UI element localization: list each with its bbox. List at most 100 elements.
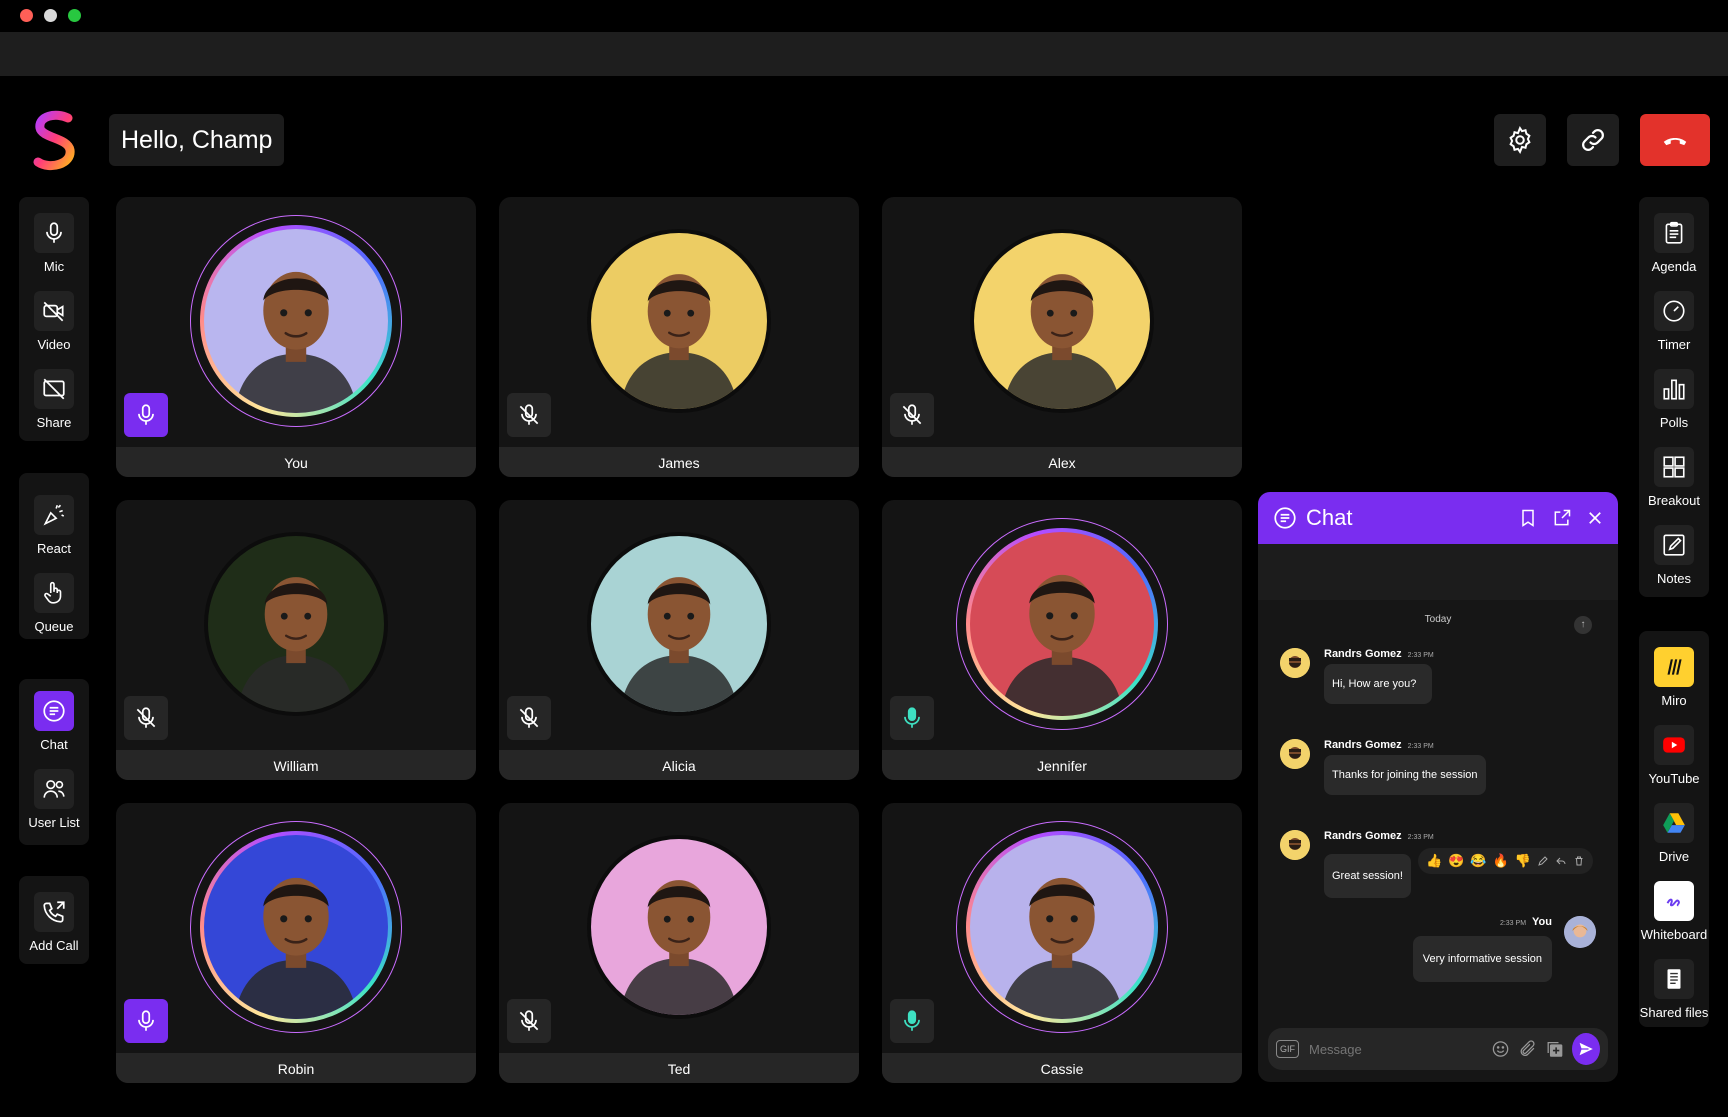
participant-mic-button[interactable] (124, 696, 168, 740)
participant-tile[interactable]: William (116, 500, 476, 780)
notes-label: Notes (1657, 571, 1691, 586)
attach-icon[interactable] (1518, 1038, 1537, 1060)
reaction-laugh[interactable]: 😂 (1470, 853, 1486, 869)
avatar-figure (970, 835, 1154, 1019)
participant-tile[interactable]: You (116, 197, 476, 477)
participant-tile[interactable]: Cassie (882, 803, 1242, 1083)
add-media-icon[interactable] (1545, 1038, 1564, 1060)
participant-name: You (284, 455, 308, 471)
polls-button[interactable]: Polls (1639, 369, 1709, 430)
avatar-frame (587, 229, 771, 413)
media-controls-panel: Mic Video Share (19, 197, 89, 441)
share-button[interactable]: Share (19, 369, 89, 430)
sender-name: Randrs Gomez 2:33 PM (1324, 739, 1434, 751)
clipboard-icon (1665, 221, 1683, 244)
avatar-figure (591, 839, 767, 1015)
gif-button[interactable]: GIF (1276, 1040, 1299, 1058)
miro-button[interactable]: Miro (1639, 647, 1709, 708)
app-logo (33, 110, 75, 170)
close-window-button[interactable] (20, 9, 33, 22)
call-panel: Add Call (19, 876, 89, 964)
drive-button[interactable]: Drive (1639, 803, 1709, 864)
settings-button[interactable] (1494, 114, 1546, 166)
react-label: React (37, 541, 71, 556)
scroll-up-button[interactable]: ↑ (1574, 616, 1592, 634)
user-list-button[interactable]: User List (19, 769, 89, 830)
sender-name-text: Randrs Gomez (1324, 648, 1402, 660)
reaction-heart-eyes[interactable]: 😍 (1448, 853, 1464, 869)
reaction-thumbs-up[interactable]: 👍 (1426, 853, 1442, 869)
avatar-figure (591, 233, 767, 409)
mic-icon-wrap (34, 213, 74, 253)
youtube-label: YouTube (1648, 771, 1700, 786)
emoji-icon[interactable] (1491, 1038, 1510, 1060)
reaction-thumbs-down[interactable]: 👎 (1515, 853, 1531, 869)
participant-mic-button[interactable] (124, 393, 168, 437)
bookmark-icon[interactable] (1518, 508, 1538, 528)
avatar-frame (587, 532, 771, 716)
participant-tile[interactable]: James (499, 197, 859, 477)
participant-mic-button[interactable] (507, 999, 551, 1043)
shared-files-button[interactable]: Shared files (1639, 959, 1709, 1020)
send-icon (1577, 1040, 1596, 1058)
add-call-button[interactable]: Add Call (19, 892, 89, 953)
avatar-figure (974, 233, 1150, 409)
video-button[interactable]: Video (19, 291, 89, 352)
reaction-fire[interactable]: 🔥 (1493, 853, 1509, 869)
engage-panel: React Queue (19, 473, 89, 639)
youtube-icon (1663, 737, 1685, 753)
timer-icon (1663, 300, 1685, 322)
mic-icon (46, 222, 62, 243)
participant-mic-button[interactable] (507, 393, 551, 437)
participant-mic-button[interactable] (890, 999, 934, 1043)
mic-icon (138, 404, 154, 425)
chat-icon (43, 700, 65, 722)
shared-files-icon-wrap (1654, 959, 1694, 999)
participant-tile[interactable]: Jennifer (882, 500, 1242, 780)
message-input[interactable] (1309, 1041, 1485, 1057)
drive-label: Drive (1658, 849, 1690, 864)
notes-icon-wrap (1654, 525, 1694, 565)
pop-out-icon[interactable] (1552, 508, 1572, 528)
participant-tile[interactable]: Alicia (499, 500, 859, 780)
react-icon (43, 504, 65, 526)
timer-button[interactable]: Timer (1639, 291, 1709, 352)
chat-panel: Chat Today ↑ Randrs Gomez 2:33 PM Hi, How… (1258, 492, 1618, 1082)
close-icon[interactable] (1586, 509, 1604, 527)
mic-muted-icon (519, 1010, 539, 1031)
minimize-window-button[interactable] (44, 9, 57, 22)
timer-label: Timer (1657, 337, 1691, 352)
delete-icon[interactable] (1573, 855, 1585, 867)
copy-link-button[interactable] (1567, 114, 1619, 166)
breakout-icon-wrap (1654, 447, 1694, 487)
breakout-button[interactable]: Breakout (1639, 447, 1709, 508)
participant-tile[interactable]: Robin (116, 803, 476, 1083)
avatar (1280, 830, 1310, 860)
sender-name: Randrs Gomez 2:33 PM (1324, 830, 1434, 842)
avatar-figure (204, 229, 388, 413)
sender-name-text: You (1532, 916, 1552, 928)
file-icon (1667, 969, 1681, 989)
chat-toggle-button[interactable]: Chat (19, 691, 89, 752)
participant-tile[interactable]: Ted (499, 803, 859, 1083)
notes-button[interactable]: Notes (1639, 525, 1709, 586)
message-bubble: Very informative session (1412, 936, 1552, 982)
participant-mic-button[interactable] (890, 696, 934, 740)
poll-icon (1663, 379, 1685, 400)
react-button[interactable]: React (19, 495, 89, 556)
edit-icon[interactable] (1537, 855, 1549, 867)
participant-mic-button[interactable] (890, 393, 934, 437)
reply-icon[interactable] (1555, 855, 1567, 867)
queue-button[interactable]: Queue (19, 573, 89, 634)
mic-button[interactable]: Mic (19, 213, 89, 274)
participant-tile[interactable]: Alex (882, 197, 1242, 477)
participant-mic-button[interactable] (124, 999, 168, 1043)
end-call-button[interactable] (1640, 114, 1710, 166)
send-button[interactable] (1572, 1033, 1600, 1065)
participant-mic-button[interactable] (507, 696, 551, 740)
maximize-window-button[interactable] (68, 9, 81, 22)
agenda-button[interactable]: Agenda (1639, 213, 1709, 274)
whiteboard-button[interactable]: Whiteboard (1639, 881, 1709, 942)
youtube-button[interactable]: YouTube (1639, 725, 1709, 786)
avatar (1280, 648, 1310, 678)
